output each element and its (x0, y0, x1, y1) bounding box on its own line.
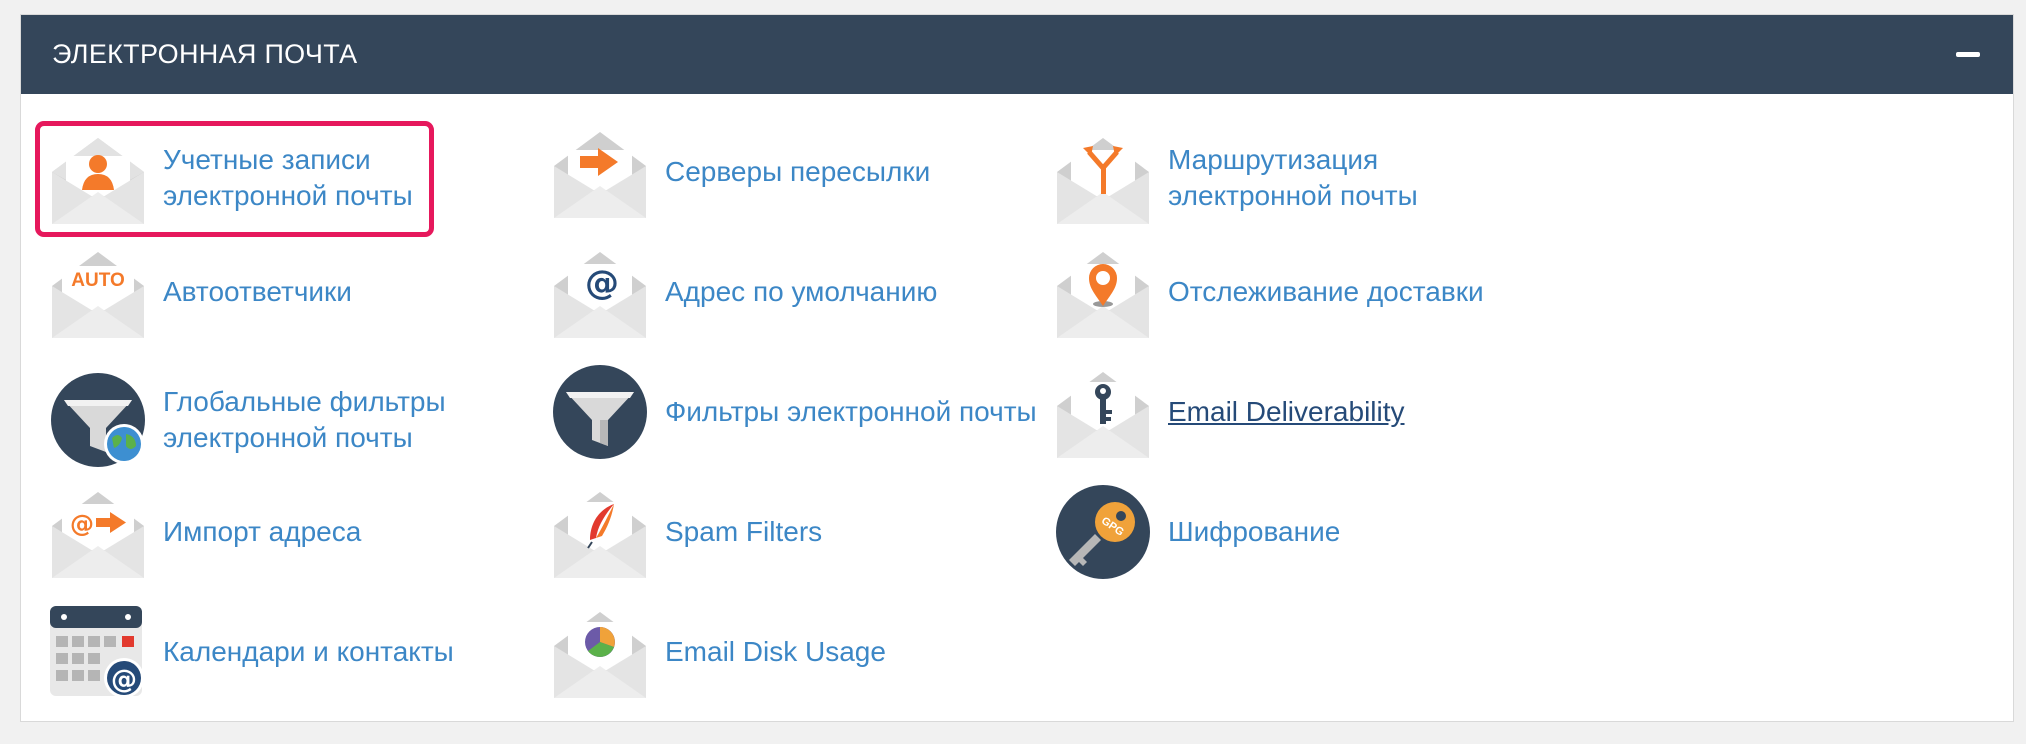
address-importer-icon: @ (50, 484, 146, 580)
svg-text:@: @ (70, 510, 94, 538)
section-title: ЭЛЕКТРОННАЯ ПОЧТА (52, 39, 358, 69)
spam-filters-icon (552, 484, 648, 580)
item-label: Маршрутизация электронной почты (1168, 144, 1418, 211)
email-routing-icon (1055, 130, 1151, 226)
section-header[interactable]: ЭЛЕКТРОННАЯ ПОЧТА (21, 15, 2013, 94)
email-filters-icon (552, 364, 648, 460)
item-label: Фильтры электронной почты (665, 396, 1037, 427)
default-address-icon: @ (552, 244, 648, 340)
track-delivery-icon (1055, 244, 1151, 340)
svg-text:AUTO: AUTO (71, 270, 124, 291)
svg-text:@: @ (585, 263, 619, 303)
item-label: Автоответчики (163, 276, 352, 307)
encryption-icon: GPG (1055, 484, 1151, 580)
item-label: Отслеживание доставки (1168, 276, 1484, 307)
item-calendars-contacts[interactable]: @ Календари и контакты (50, 604, 454, 700)
item-email-deliverability[interactable]: Email Deliverability (1055, 364, 1405, 460)
item-global-filters[interactable]: Глобальные фильтры электронной почты (50, 372, 463, 468)
item-email-disk-usage[interactable]: Email Disk Usage (552, 604, 886, 700)
email-deliverability-icon (1055, 364, 1151, 460)
item-label: Серверы пересылки (665, 156, 931, 187)
item-email-filters[interactable]: Фильтры электронной почты (552, 364, 1037, 460)
item-track-delivery[interactable]: Отслеживание доставки (1055, 244, 1484, 340)
item-label: Глобальные фильтры электронной почты (163, 386, 446, 453)
item-label: Адрес по умолчанию (665, 276, 938, 307)
item-address-importer[interactable]: @ Импорт адреса (50, 484, 361, 580)
svg-text:@: @ (111, 665, 137, 695)
email-disk-usage-icon (552, 604, 648, 700)
global-filters-icon (50, 372, 146, 468)
collapse-button[interactable] (1955, 42, 1981, 68)
item-email-accounts[interactable]: Учетные записи электронной почты (50, 130, 433, 226)
item-label: Импорт адреса (163, 516, 362, 547)
email-accounts-icon (50, 130, 146, 226)
autoresponders-icon: AUTO (50, 244, 146, 340)
item-label: Календари и контакты (163, 636, 454, 667)
item-label: Email Disk Usage (665, 636, 886, 667)
calendars-contacts-icon: @ (50, 604, 146, 700)
item-label: Spam Filters (665, 516, 823, 547)
item-autoresponders[interactable]: AUTO Автоответчики (50, 244, 352, 340)
item-default-address[interactable]: @ Адрес по умолчанию (552, 244, 937, 340)
forwarders-icon (552, 124, 648, 220)
item-forwarders[interactable]: Серверы пересылки (552, 124, 930, 220)
item-label: Шифрование (1168, 516, 1341, 547)
minus-icon (1956, 52, 1980, 57)
item-label: Email Deliverability (1168, 396, 1405, 427)
item-encryption[interactable]: GPG Шифрование (1055, 484, 1340, 580)
item-label: Учетные записи электронной почты (163, 144, 413, 211)
item-spam-filters[interactable]: Spam Filters (552, 484, 822, 580)
item-email-routing[interactable]: Маршрутизация электронной почты (1055, 130, 1448, 226)
